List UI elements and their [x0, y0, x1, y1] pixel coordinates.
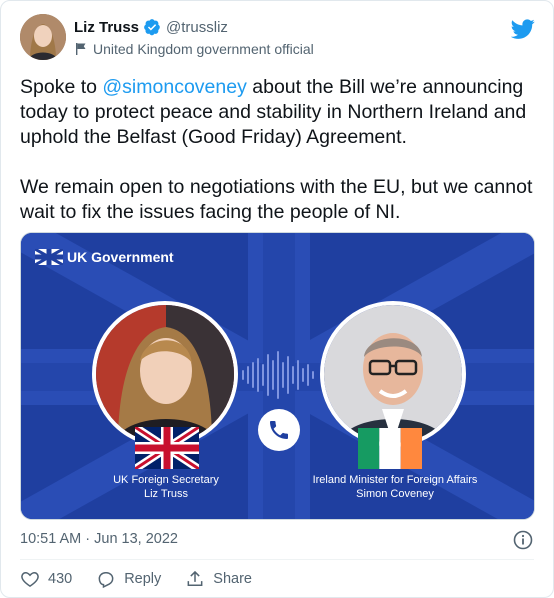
tweet-paragraph-1: Spoke to @simoncoveney about the Bill we…: [20, 75, 540, 150]
caption-title: UK Foreign Secretary: [113, 474, 219, 486]
phone-icon: [270, 421, 288, 439]
mention-link[interactable]: @simoncoveney: [102, 76, 246, 98]
tweet-text: Spoke to @simoncoveney about the Bill we…: [20, 75, 540, 225]
caption-uk-foreign-secretary: UK Foreign Secretary Liz Truss: [103, 473, 229, 501]
share-button[interactable]: Share: [185, 569, 252, 589]
share-label: Share: [213, 571, 252, 587]
brand-text: UK Government: [67, 249, 174, 265]
caption-name: Liz Truss: [143, 488, 188, 500]
share-icon: [187, 570, 203, 586]
author-name-row: Liz Truss @trussliz: [74, 18, 228, 36]
verified-badge-icon: [144, 19, 160, 36]
display-name[interactable]: Liz Truss: [74, 19, 139, 36]
portrait-liz-truss: [92, 301, 238, 447]
union-jack-icon: [35, 249, 63, 265]
reply-button[interactable]: Reply: [96, 569, 161, 589]
timestamp[interactable]: 10:51 AM · Jun 13, 2022: [20, 531, 178, 547]
handle[interactable]: @trussliz: [166, 19, 228, 36]
government-label-text: United Kingdom government official: [93, 41, 314, 57]
portrait-simon-coveney: [320, 301, 466, 447]
caption-name: Simon Coveney: [356, 488, 434, 500]
reply-icon: [98, 572, 114, 589]
like-button[interactable]: 430: [20, 569, 72, 589]
phone-call-badge: [258, 409, 300, 451]
tweet-text-part: Spoke to: [20, 76, 103, 98]
twitter-bird-icon[interactable]: [511, 17, 535, 41]
tweet-paragraph-2: We remain open to negotiations with the …: [20, 176, 533, 223]
government-label[interactable]: United Kingdom government official: [74, 41, 314, 57]
ireland-flag: [358, 428, 422, 469]
uk-government-brand: UK Government: [35, 249, 174, 265]
like-count: 430: [48, 571, 73, 587]
government-label-flag-icon: [76, 43, 86, 55]
heart-icon: [21, 571, 39, 587]
tweet-card: Liz Truss @trussliz United Kingdom gover…: [0, 0, 554, 598]
divider: [20, 559, 534, 560]
caption-ireland-minister: Ireland Minister for Foreign Affairs Sim…: [303, 473, 487, 501]
action-bar: 430 Reply Share: [20, 569, 276, 589]
info-icon[interactable]: [513, 530, 533, 550]
avatar[interactable]: [20, 14, 66, 60]
uk-flag: [135, 427, 199, 469]
reply-label: Reply: [124, 571, 162, 587]
caption-title: Ireland Minister for Foreign Affairs: [312, 474, 478, 486]
tweet-media-image[interactable]: UK Government UK Foreign Secretary Liz T…: [20, 232, 535, 520]
